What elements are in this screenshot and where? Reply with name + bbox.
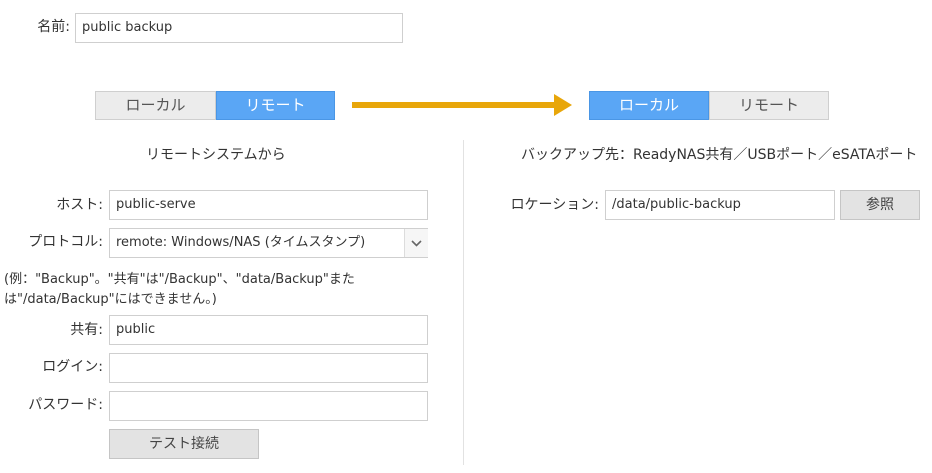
dest-remote-toggle[interactable]: リモート — [709, 91, 829, 120]
column-divider — [463, 140, 464, 465]
share-hint-line2: は"/data/Backup"にはできません。) — [4, 292, 217, 307]
browse-button[interactable]: 参照 — [840, 190, 920, 220]
location-label: ロケーション: — [510, 197, 599, 213]
test-connection-button[interactable]: テスト接続 — [109, 429, 259, 459]
protocol-select-value: remote: Windows/NAS (タイムスタンプ) — [116, 235, 366, 250]
destination-heading: バックアップ先：ReadyNAS共有／USBポート／eSATAポート — [521, 147, 918, 163]
share-label: 共有: — [70, 322, 103, 338]
chevron-down-icon — [411, 240, 422, 247]
name-input[interactable]: public backup — [75, 13, 403, 43]
location-input[interactable]: /data/public-backup — [605, 190, 835, 220]
share-hint-line1: (例："Backup"。"共有"は"/Backup"、"data/Backup"… — [4, 272, 355, 287]
share-input[interactable]: public — [109, 315, 428, 345]
host-input[interactable]: public-serve — [109, 190, 428, 220]
name-label: 名前: — [37, 19, 70, 35]
login-label: ログイン: — [42, 359, 103, 375]
source-remote-toggle[interactable]: リモート — [216, 91, 335, 120]
source-heading: リモートシステムから — [146, 147, 286, 163]
direction-arrow-icon — [352, 94, 572, 116]
protocol-select[interactable]: remote: Windows/NAS (タイムスタンプ) — [109, 228, 428, 258]
login-input[interactable] — [109, 353, 428, 383]
password-input[interactable] — [109, 391, 428, 421]
host-label: ホスト: — [56, 197, 103, 213]
protocol-dropdown-button[interactable] — [404, 229, 428, 257]
share-hint: (例："Backup"。"共有"は"/Backup"、"data/Backup"… — [4, 270, 355, 310]
protocol-label: プロトコル: — [28, 234, 103, 250]
dest-local-toggle[interactable]: ローカル — [589, 91, 709, 120]
password-label: パスワード: — [28, 397, 103, 413]
source-local-toggle[interactable]: ローカル — [95, 91, 216, 120]
